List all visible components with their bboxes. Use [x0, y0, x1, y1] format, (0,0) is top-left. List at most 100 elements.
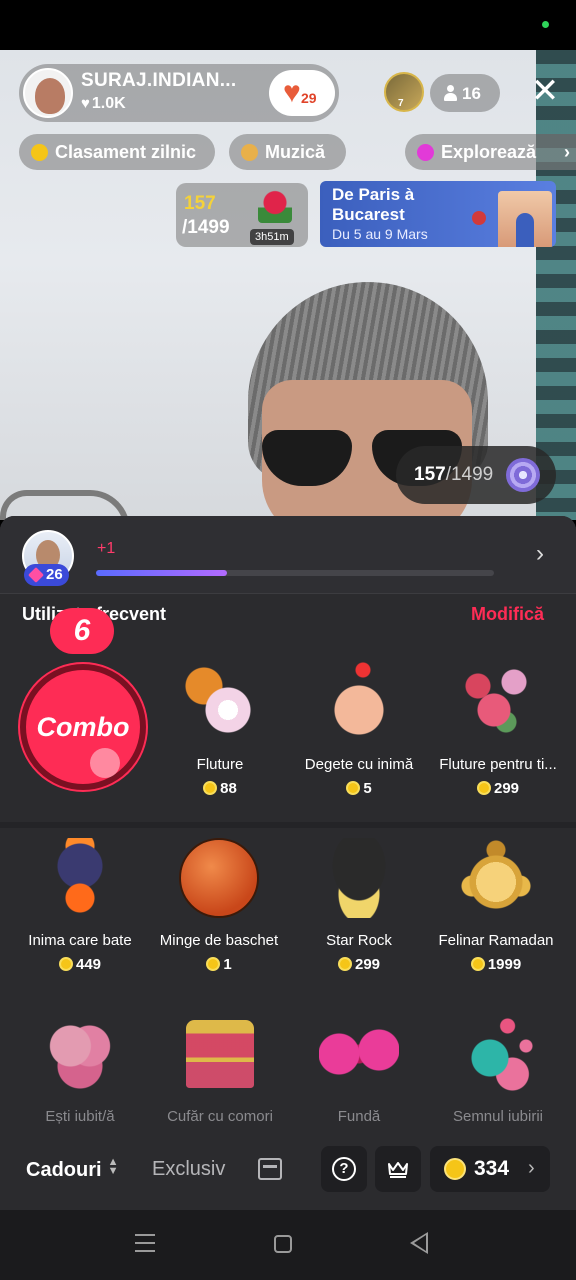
- gift-name: Star Rock: [326, 932, 392, 949]
- gift-panel: 26 +1 › Utilizate frecvent Modifică 6 Co…: [0, 516, 576, 1210]
- combo-button[interactable]: Combo: [20, 664, 146, 790]
- level-progress-fill: [96, 570, 228, 576]
- coin-icon: [346, 781, 361, 795]
- butterfly-flowers-icon: [458, 662, 538, 742]
- host-info-pill[interactable]: SURAJ.INDIAN... ♥ 1.0K ♥ 29: [19, 64, 339, 122]
- viewer-count-pill[interactable]: 16: [430, 74, 500, 112]
- gift-item[interactable]: Minge de baschet 1: [149, 838, 289, 988]
- gift-name: Fluture pentru ti...: [439, 756, 557, 773]
- gift-tab-bar: Cadouri ▲ ▼ Exclusiv ? 334 ›: [0, 1146, 576, 1210]
- diamond-icon: [28, 567, 44, 583]
- camera-indicator-dot: [542, 21, 549, 28]
- chip-label: Muzică: [265, 142, 326, 162]
- chip-daily-ranking[interactable]: Clasament zilnic: [19, 134, 215, 170]
- gift-name: Cufăr cu comori: [167, 1108, 273, 1125]
- gift-price: 1999: [426, 956, 566, 973]
- top-viewer-badge: 7: [398, 98, 404, 109]
- goal-progress-pill[interactable]: 157/1499: [396, 446, 556, 504]
- gift-name: Inima care bate: [28, 932, 132, 949]
- fan-club-button[interactable]: ♥ 29: [269, 70, 335, 116]
- gift-price: 299: [428, 780, 568, 797]
- status-bar: [0, 0, 576, 50]
- gift-item[interactable]: Semnul iubirii: [428, 1014, 568, 1164]
- goal-progress-text: 157/1499: [414, 464, 494, 485]
- target-icon: [506, 458, 540, 492]
- treasure-chest-icon: [186, 1020, 254, 1088]
- promo-title: De Paris à Bucarest: [332, 185, 415, 224]
- chip-label: Clasament zilnic: [55, 142, 197, 162]
- store-icon[interactable]: [258, 1158, 282, 1180]
- host-name: SURAJ.INDIAN...: [81, 70, 237, 91]
- gift-item[interactable]: Fluture pentru ti... 299: [428, 662, 568, 812]
- vip-button[interactable]: [375, 1146, 421, 1192]
- chevron-right-icon[interactable]: ›: [536, 540, 544, 568]
- host-avatar[interactable]: [23, 68, 73, 118]
- promo-banner[interactable]: De Paris à Bucarest Du 5 au 9 Mars: [320, 181, 556, 247]
- butterfly-flower-icon: [180, 662, 260, 742]
- home-icon[interactable]: [274, 1235, 292, 1253]
- chip-explore[interactable]: Explorează ›: [405, 134, 576, 170]
- level-row[interactable]: 26 +1 ›: [0, 516, 576, 594]
- gift-item[interactable]: Fluture 88: [150, 662, 290, 812]
- combo-count: 6: [50, 608, 114, 654]
- recents-icon[interactable]: [135, 1234, 155, 1252]
- gift-price: 449: [10, 956, 150, 973]
- gift-item[interactable]: Star Rock 299: [289, 838, 429, 988]
- help-button[interactable]: ?: [321, 1146, 367, 1192]
- sort-icon: ▲ ▼: [107, 1156, 119, 1177]
- gift-item[interactable]: Degete cu inimă 5: [289, 662, 429, 812]
- combo-label: Combo: [36, 712, 130, 742]
- gift-name: Minge de baschet: [159, 932, 279, 949]
- gift-name: Fluture: [196, 756, 244, 773]
- chevron-right-icon: ›: [528, 1157, 535, 1179]
- tab-exclusive[interactable]: Exclusiv: [152, 1158, 225, 1181]
- level-progress-bar: [96, 570, 494, 576]
- gift-item[interactable]: Felinar Ramadan 1999: [426, 838, 566, 988]
- close-icon[interactable]: ✕: [528, 74, 562, 110]
- gift-item[interactable]: Cufăr cu comori: [150, 1014, 290, 1164]
- coin-icon: [337, 957, 352, 971]
- music-icon: [241, 144, 258, 161]
- finger-heart-icon: [319, 662, 399, 742]
- top-viewer-avatar[interactable]: 7: [384, 72, 424, 112]
- gift-name: Ești iubit/ă: [45, 1108, 115, 1125]
- coin-icon: [203, 781, 218, 795]
- ranking-icon: [31, 144, 48, 161]
- heart-icon: ♥: [81, 95, 90, 112]
- chip-music[interactable]: Muzică: [229, 134, 346, 170]
- coin-balance-button[interactable]: 334 ›: [430, 1146, 550, 1192]
- basketball-icon: [179, 838, 259, 918]
- coin-icon: [476, 781, 491, 795]
- love-sign-icon: [458, 1014, 538, 1094]
- coin-icon: [58, 957, 73, 971]
- beating-heart-icon: [40, 838, 120, 918]
- star-rock-icon: [319, 838, 399, 918]
- level-badge: 26: [24, 564, 69, 586]
- tab-gifts[interactable]: Cadouri ▲ ▼: [26, 1156, 119, 1182]
- coin-icon: [206, 957, 221, 971]
- coin-balance: 334: [474, 1157, 510, 1180]
- promo-subtitle: Du 5 au 9 Mars: [332, 226, 428, 242]
- gift-name: Degete cu inimă: [304, 756, 414, 773]
- gift-price: 5: [289, 780, 429, 797]
- system-nav-bar: [0, 1210, 576, 1280]
- host-likes: ♥ 1.0K: [81, 95, 126, 112]
- gift-name: Felinar Ramadan: [438, 932, 554, 949]
- ramadan-lantern-icon: [456, 838, 536, 918]
- person-icon: [444, 85, 457, 101]
- edit-link[interactable]: Modifică: [471, 604, 544, 625]
- goal-timer: 3h51m: [250, 229, 294, 245]
- fan-club-count: 29: [301, 90, 317, 106]
- back-icon[interactable]: [410, 1232, 428, 1254]
- crown-icon: [388, 1162, 408, 1178]
- bow-icon: [319, 1014, 399, 1094]
- gift-item[interactable]: Fundă: [289, 1014, 429, 1164]
- gift-price: 299: [289, 956, 429, 973]
- level-gain: +1: [97, 540, 116, 557]
- gift-item[interactable]: Ești iubit/ă: [10, 1014, 150, 1164]
- gift-name: Fundă: [337, 1108, 381, 1125]
- tap-indicator: [90, 748, 120, 778]
- gift-goal-card[interactable]: 157 /1499 3h51m: [176, 183, 308, 247]
- heart-3d-icon: [40, 1014, 120, 1094]
- gift-item[interactable]: Inima care bate 449: [10, 838, 150, 988]
